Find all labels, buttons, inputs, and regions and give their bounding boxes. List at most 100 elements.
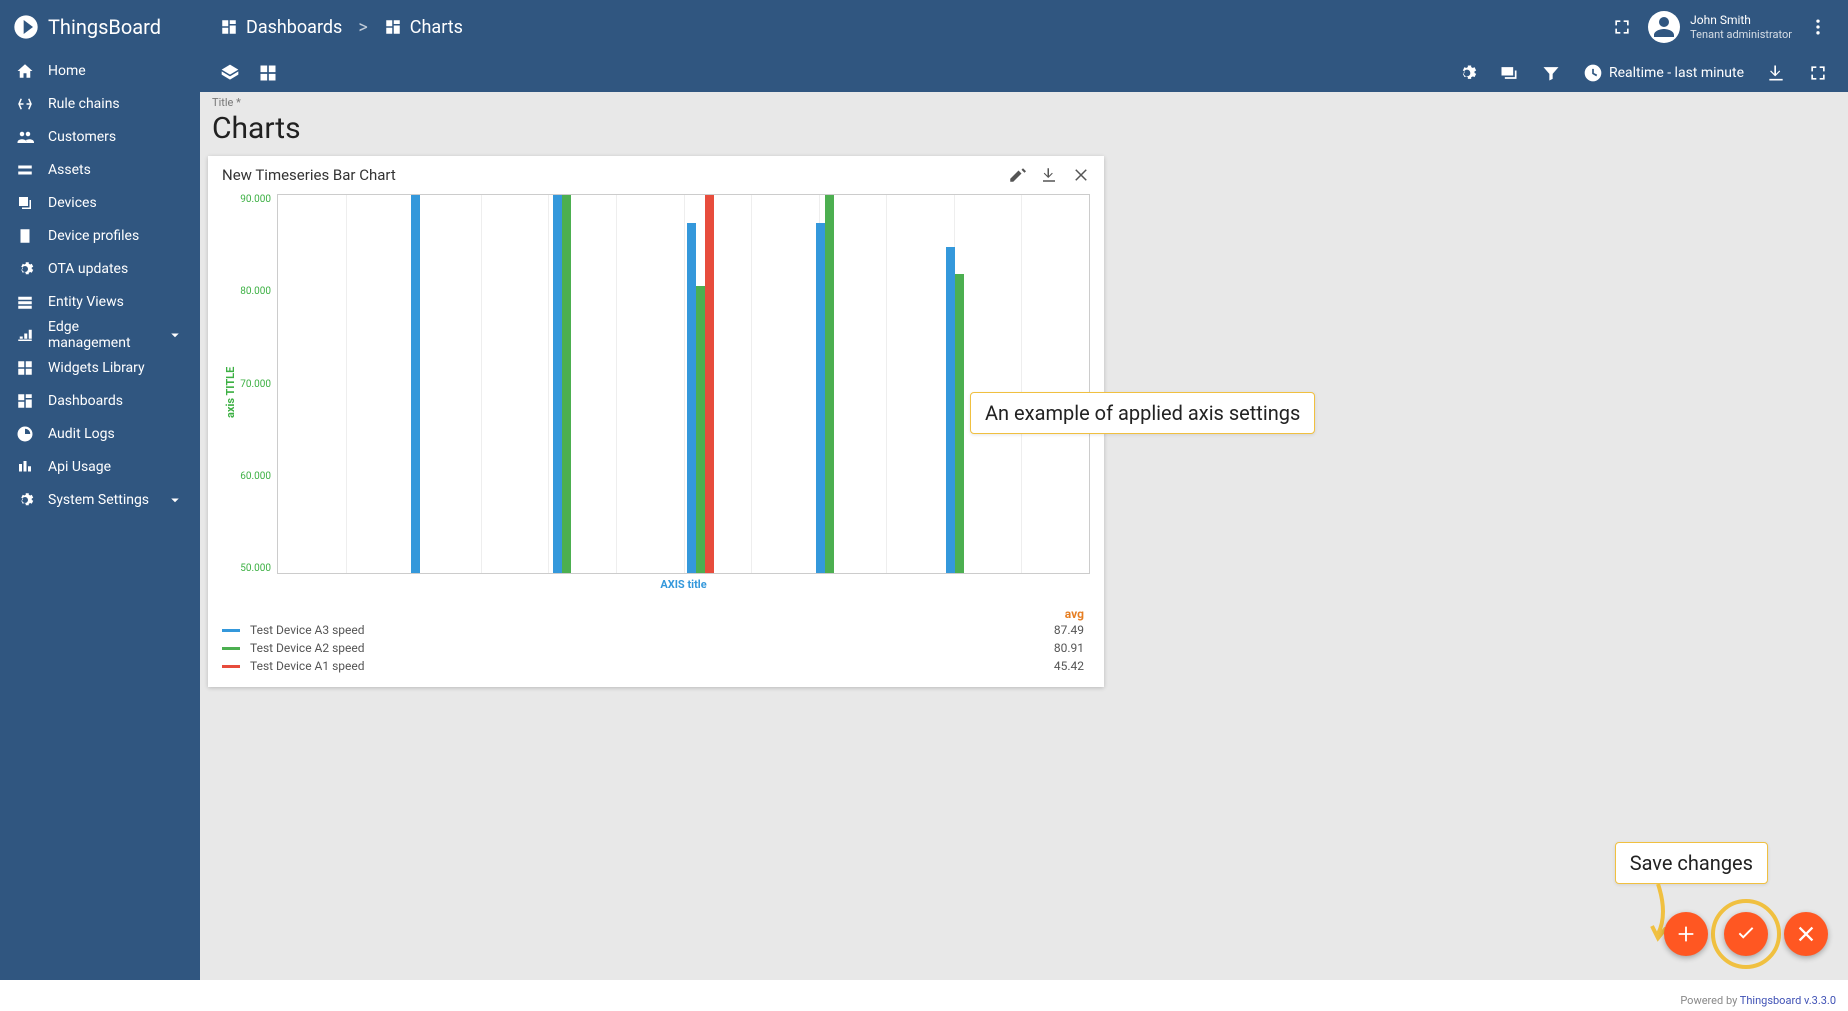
sidebar-item-home[interactable]: Home — [0, 54, 200, 87]
legend-row[interactable]: Test Device A3 speed 87.49 — [222, 621, 1090, 639]
cancel-fab[interactable] — [1784, 912, 1828, 956]
nav-label: Edge management — [48, 319, 152, 351]
breadcrumb-current[interactable]: Charts — [384, 17, 463, 38]
nav-icon — [16, 326, 34, 344]
callout-save: Save changes — [1615, 842, 1768, 884]
nav-label: Device profiles — [48, 228, 139, 244]
nav-label: Rule chains — [48, 96, 120, 112]
breadcrumb-root-label: Dashboards — [246, 17, 342, 38]
sidebar-item-dashboards[interactable]: Dashboards — [0, 384, 200, 417]
nav-label: Dashboards — [48, 393, 123, 409]
nav-icon — [16, 458, 34, 476]
nav-icon — [16, 392, 34, 410]
sidebar-item-rule-chains[interactable]: Rule chains — [0, 87, 200, 120]
fullscreen-icon[interactable] — [1612, 17, 1632, 37]
bar — [955, 274, 964, 573]
nav-icon — [16, 425, 34, 443]
layers-icon[interactable] — [220, 63, 240, 83]
nav-label: Api Usage — [48, 459, 111, 475]
y-ticks: 90.00080.00070.00060.00050.000 — [237, 194, 277, 574]
sidebar-item-assets[interactable]: Assets — [0, 153, 200, 186]
edit-icon[interactable] — [1008, 166, 1026, 184]
legend-avg-header: avg — [222, 607, 1090, 621]
nav-icon — [16, 293, 34, 311]
plot-area — [277, 194, 1090, 574]
footer-link[interactable]: Thingsboard v.3.3.0 — [1740, 994, 1836, 1007]
close-icon — [1795, 923, 1817, 945]
sidebar-item-edge-management[interactable]: Edge management — [0, 318, 200, 351]
sidebar: ThingsBoard Home Rule chains Customers Asse… — [0, 0, 200, 980]
entity-alias-icon[interactable] — [1499, 63, 1519, 83]
x-axis-title: AXIS title — [277, 574, 1090, 591]
bar — [562, 195, 571, 573]
legend-name: Test Device A2 speed — [250, 641, 365, 655]
bar — [816, 223, 825, 573]
nav-icon — [16, 227, 34, 245]
legend-row[interactable]: Test Device A2 speed80.91 — [222, 639, 1090, 657]
nav-label: Widgets Library — [48, 360, 145, 376]
legend-avg: 87.49 — [1054, 623, 1090, 637]
nav-label: System Settings — [48, 492, 149, 508]
user-menu[interactable]: John Smith Tenant administrator — [1648, 11, 1792, 43]
nav-icon — [16, 194, 34, 212]
topbar: Dashboards > Charts John Smith Tenant ad… — [200, 0, 1848, 54]
grid-layout-icon[interactable] — [258, 63, 278, 83]
plus-icon — [1675, 923, 1697, 945]
breadcrumb-root[interactable]: Dashboards — [220, 17, 342, 38]
legend-row[interactable]: Test Device A1 speed45.42 — [222, 657, 1090, 675]
user-name: John Smith — [1690, 13, 1792, 27]
nav-label: Audit Logs — [48, 426, 115, 442]
save-fab[interactable] — [1724, 912, 1768, 956]
bar — [705, 195, 714, 573]
legend-swatch — [222, 647, 240, 650]
more-icon[interactable] — [1808, 17, 1828, 37]
bar — [553, 195, 562, 573]
nav-label: Devices — [48, 195, 97, 211]
logo[interactable]: ThingsBoard — [0, 0, 200, 54]
sidebar-item-device-profiles[interactable]: Device profiles — [0, 219, 200, 252]
sidebar-item-customers[interactable]: Customers — [0, 120, 200, 153]
sidebar-item-entity-views[interactable]: Entity Views — [0, 285, 200, 318]
breadcrumb: Dashboards > Charts — [220, 17, 463, 38]
bar — [946, 247, 955, 573]
filter-icon[interactable] — [1541, 63, 1561, 83]
close-widget-icon[interactable] — [1072, 166, 1090, 184]
page-title[interactable]: Charts — [208, 109, 1840, 156]
person-icon — [1652, 15, 1676, 39]
sidebar-item-api-usage[interactable]: Api Usage — [0, 450, 200, 483]
time-label: Realtime - last minute — [1609, 65, 1744, 81]
sidebar-item-ota-updates[interactable]: OTA updates — [0, 252, 200, 285]
nav-icon — [16, 62, 34, 80]
bar — [696, 286, 705, 573]
nav-label: Customers — [48, 129, 116, 145]
legend-swatch — [222, 665, 240, 668]
nav-icon — [16, 359, 34, 377]
time-selector[interactable]: Realtime - last minute — [1583, 63, 1744, 83]
title-field-label: Title * — [208, 96, 1840, 109]
widget-title: New Timeseries Bar Chart — [222, 166, 396, 184]
breadcrumb-sep: > — [358, 17, 367, 38]
chevron-down-icon — [166, 491, 184, 509]
nav-label: Home — [48, 63, 86, 79]
legend-name: Test Device A3 speed — [250, 623, 365, 637]
legend-avg: 45.42 — [1054, 659, 1090, 673]
user-role: Tenant administrator — [1690, 28, 1792, 41]
sidebar-item-devices[interactable]: Devices — [0, 186, 200, 219]
sidebar-item-system-settings[interactable]: System Settings — [0, 483, 200, 516]
content-area: Title * Charts New Timeseries Bar Chart … — [200, 92, 1848, 980]
bar — [825, 195, 834, 573]
thingsboard-logo-icon — [12, 13, 40, 41]
legend: avg Test Device A3 speed87.49Test Device… — [208, 601, 1104, 687]
bar — [411, 195, 420, 573]
clock-icon — [1583, 63, 1603, 83]
nav-icon — [16, 491, 34, 509]
sidebar-item-audit-logs[interactable]: Audit Logs — [0, 417, 200, 450]
expand-icon[interactable] — [1808, 63, 1828, 83]
sidebar-item-widgets-library[interactable]: Widgets Library — [0, 351, 200, 384]
add-fab[interactable] — [1664, 912, 1708, 956]
dashboard-icon — [384, 18, 402, 36]
legend-swatch — [222, 629, 240, 632]
download-icon[interactable] — [1766, 63, 1786, 83]
settings-icon[interactable] — [1457, 63, 1477, 83]
download-widget-icon[interactable] — [1040, 166, 1058, 184]
